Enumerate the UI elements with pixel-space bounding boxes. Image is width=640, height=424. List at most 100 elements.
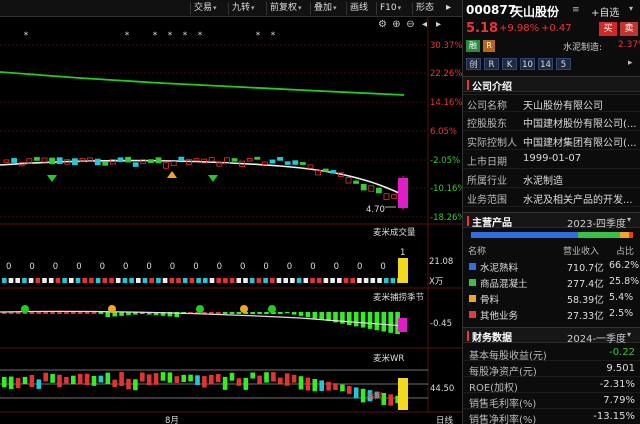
revenue-share-segment <box>471 232 579 238</box>
volume-bar <box>129 278 134 283</box>
candle <box>155 157 162 164</box>
wr-bar <box>84 373 90 386</box>
wr-bar <box>2 376 7 388</box>
wr-bar <box>105 372 111 385</box>
candle <box>208 157 215 162</box>
sell-button[interactable]: 卖 <box>620 22 638 36</box>
company-info-row: 控股股东 中国建材股份有限公司(... <box>463 113 640 131</box>
candle <box>368 185 375 192</box>
season-bar <box>250 312 255 314</box>
finance-row: 每股净资产(元) 9.501 <box>463 362 640 378</box>
products-period[interactable]: 2023-四季度 <box>567 215 626 230</box>
zoom-out-icon[interactable]: ⊖ <box>405 19 416 31</box>
stock-header: 000877 天山股份 ≡ +自选 ▾ <box>463 2 640 20</box>
volume-bar <box>370 278 376 283</box>
finance-period[interactable]: 2024-一季度 <box>567 330 626 345</box>
volume-bar <box>156 278 161 283</box>
company-section-header[interactable]: 公司介绍 <box>463 76 640 93</box>
stock-info-panel: 000877 天山股份 ≡ +自选 ▾ 5.18 +9.98% +0.47 买 … <box>462 0 640 424</box>
wr-bar <box>77 373 83 385</box>
signal-star-marker: * <box>256 31 261 41</box>
tab-14[interactable]: 14 <box>538 58 553 70</box>
chevron-down-icon[interactable]: ▾ <box>627 330 631 339</box>
company-info-row: 公司名称 天山股份有限公司 <box>463 94 640 112</box>
settings-gear-icon[interactable]: ⚙ <box>377 19 388 31</box>
wr-bar <box>146 374 152 386</box>
candle <box>72 158 78 166</box>
product-share: 25.8% <box>609 276 640 287</box>
season-bar <box>98 312 104 314</box>
season-bar <box>77 312 83 314</box>
expand-icon[interactable]: ▸ <box>628 58 633 68</box>
wr-bar <box>209 374 214 385</box>
signal-star-marker: * <box>153 31 158 41</box>
menu-icon[interactable]: ≡ <box>572 5 580 15</box>
signal-star-marker: * <box>271 31 276 41</box>
tab-chuang[interactable]: 创 <box>466 58 481 70</box>
signal-arrow-icon <box>167 171 177 178</box>
tab-k[interactable]: K <box>502 58 517 70</box>
season-bar <box>264 312 269 314</box>
price-axis-label: -10.16% <box>430 184 466 194</box>
volume-zero-label: 0 <box>216 262 223 272</box>
left-arrow-icon[interactable]: ◂ <box>419 19 430 31</box>
buy-button[interactable]: 买 <box>599 22 617 36</box>
finance-value: 7.79% <box>603 395 635 406</box>
season-bar <box>84 312 90 314</box>
right-arrow-icon[interactable]: ▸ <box>433 19 444 31</box>
finance-row: 销售净利率(%) -13.15% <box>463 410 640 424</box>
wr-bar <box>195 375 200 385</box>
volume-bar <box>243 278 248 283</box>
volume-bar <box>209 278 215 283</box>
finance-section-header[interactable]: 财务数据 2024-一季度 ▾ <box>463 327 640 345</box>
chart-area[interactable]: 交易▾ 九转▾ 前复权▾ 叠加▾ 画线 F10▾ 形态 ▸ * * * * * * * * ⚙… <box>0 0 466 424</box>
ma-line-white <box>0 159 406 197</box>
ma-line-green <box>0 71 405 96</box>
wr-bar <box>243 377 249 390</box>
candle <box>34 157 40 161</box>
volume-zero-label: 0 <box>146 262 152 272</box>
tab-5[interactable]: 5 <box>556 58 571 70</box>
wr-bar <box>326 381 331 391</box>
period-label[interactable]: 日线 <box>436 414 453 424</box>
season-bar <box>229 312 235 314</box>
info-value: 中国建材股份有限公司(... <box>523 119 637 130</box>
chevron-down-icon[interactable]: ▾ <box>627 215 631 224</box>
season-signal-icon <box>240 305 248 313</box>
volume-zero-label: 0 <box>240 262 246 272</box>
finance-label: 销售毛利率(%) <box>469 399 537 410</box>
tab-r[interactable]: R <box>484 58 499 70</box>
candle <box>49 157 55 165</box>
wr-bar <box>181 374 186 382</box>
finance-value: -0.22 <box>609 347 635 358</box>
candle <box>330 170 337 174</box>
chevron-down-icon[interactable]: ▾ <box>629 4 633 13</box>
volume-bar <box>189 278 195 283</box>
volume-bar <box>89 278 94 283</box>
products-section-header[interactable]: 主营产品 2023-四季度 ▾ <box>463 212 640 230</box>
wr-bar <box>43 372 48 382</box>
candle <box>11 158 18 163</box>
candle <box>269 159 276 164</box>
volume-bar <box>290 278 295 283</box>
volume-bar <box>229 278 235 283</box>
tab-10[interactable]: 10 <box>520 58 535 70</box>
volume-bar <box>182 278 188 283</box>
season-bar <box>284 312 290 314</box>
volume-bar <box>263 278 268 283</box>
sector-name[interactable]: 水泥制造: <box>563 40 602 53</box>
volume-bar <box>102 278 108 283</box>
zoom-in-icon[interactable]: ⊕ <box>391 19 402 31</box>
volume-zero-label: 0 <box>193 262 199 272</box>
wr-bar <box>250 372 255 379</box>
volume-unit: X万 <box>429 277 444 287</box>
season-bar <box>91 312 97 314</box>
volume-bar <box>55 278 61 283</box>
finance-label: ROE(加权) <box>469 383 518 394</box>
finance-row: 销售毛利率(%) 7.79% <box>463 394 640 410</box>
signal-arrow-icon <box>47 175 57 182</box>
candle <box>353 180 360 184</box>
add-watch-button[interactable]: +自选 <box>591 4 619 19</box>
wr-bar <box>153 373 159 385</box>
wr-bar <box>98 375 104 383</box>
